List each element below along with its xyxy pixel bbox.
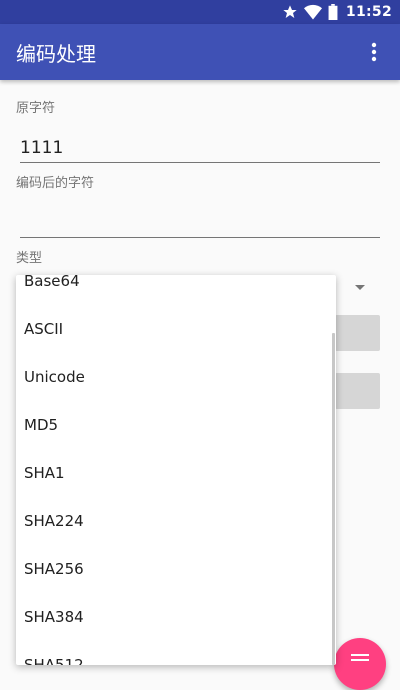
type-dropdown-list[interactable]: Base64 ASCII Unicode MD5 SHA1 SHA224 SHA… [16, 275, 336, 665]
dropdown-item[interactable]: Base64 [16, 275, 336, 305]
dropdown-item[interactable]: SHA1 [16, 449, 336, 497]
decode-button[interactable] [335, 373, 380, 409]
app-bar: 编码处理 [0, 24, 400, 80]
dropdown-item[interactable]: Unicode [16, 353, 336, 401]
source-label: 原字符 [16, 101, 56, 116]
dropdown-item[interactable]: SHA224 [16, 497, 336, 545]
app-title: 编码处理 [16, 41, 96, 66]
more-vert-icon[interactable] [362, 40, 386, 64]
dropdown-item[interactable]: ASCII [16, 305, 336, 353]
star-icon [282, 4, 298, 20]
dropdown-item[interactable]: MD5 [16, 401, 336, 449]
encoded-input[interactable] [20, 212, 380, 238]
type-label: 类型 [16, 251, 43, 266]
encode-button[interactable] [335, 315, 380, 351]
dropdown-item[interactable]: SHA384 [16, 593, 336, 641]
dropdown-item[interactable]: SHA512 [16, 641, 336, 665]
dropdown-item[interactable]: SHA256 [16, 545, 336, 593]
status-time: 11:52 [345, 4, 392, 20]
spinner-arrow-icon[interactable] [355, 285, 365, 290]
source-input[interactable]: 1111 [20, 138, 380, 163]
wifi-icon [303, 4, 322, 20]
fab-button[interactable] [334, 638, 386, 690]
status-bar: 11:52 [0, 0, 400, 24]
encoded-label: 编码后的字符 [16, 176, 95, 191]
battery-icon [328, 4, 338, 20]
menu-icon [351, 654, 369, 664]
dropdown-scrollbar[interactable] [332, 333, 335, 665]
